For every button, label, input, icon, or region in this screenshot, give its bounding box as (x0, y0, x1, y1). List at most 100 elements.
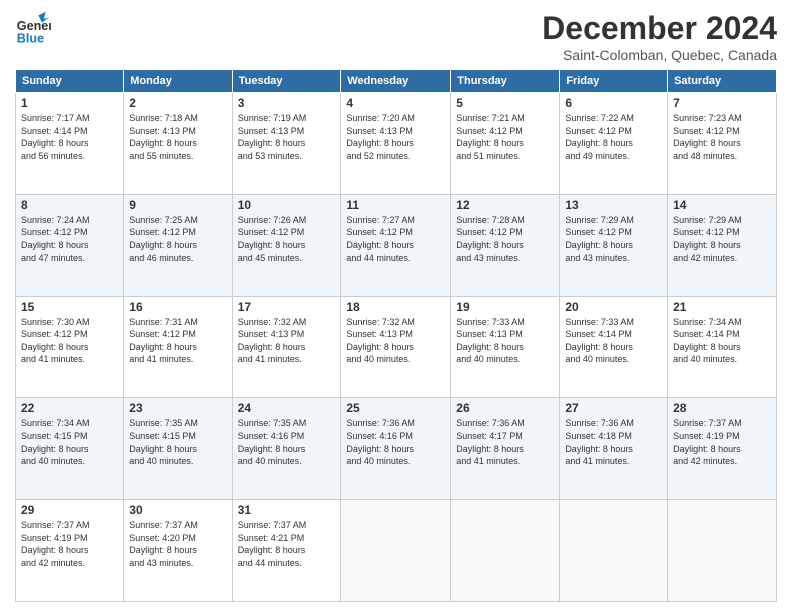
calendar-cell: 22Sunrise: 7:34 AMSunset: 4:15 PMDayligh… (16, 398, 124, 500)
day-info: Sunrise: 7:21 AMSunset: 4:12 PMDaylight:… (456, 112, 554, 162)
day-info: Sunrise: 7:17 AMSunset: 4:14 PMDaylight:… (21, 112, 118, 162)
day-info: Sunrise: 7:34 AMSunset: 4:15 PMDaylight:… (21, 417, 118, 467)
day-info: Sunrise: 7:37 AMSunset: 4:19 PMDaylight:… (673, 417, 771, 467)
calendar-cell: 25 Sunrise: 7:36 AMSunset: 4:16 PMDayligh… (341, 398, 451, 500)
day-info: Sunrise: 7:25 AMSunset: 4:12 PMDaylight:… (129, 214, 226, 264)
calendar-week-row: 22Sunrise: 7:34 AMSunset: 4:15 PMDayligh… (16, 398, 777, 500)
day-number: 27 (565, 401, 662, 415)
day-number: 6 (565, 96, 662, 110)
calendar-header-monday: Monday (124, 70, 232, 93)
day-number: 3 (238, 96, 336, 110)
day-number: 10 (238, 198, 336, 212)
calendar-cell: 2 Sunrise: 7:18 AMSunset: 4:13 PMDaylight… (124, 93, 232, 195)
calendar-header-tuesday: Tuesday (232, 70, 341, 93)
calendar-table: SundayMondayTuesdayWednesdayThursdayFrid… (15, 69, 777, 602)
calendar-cell: 9 Sunrise: 7:25 AMSunset: 4:12 PMDaylight… (124, 194, 232, 296)
day-number: 30 (129, 503, 226, 517)
calendar-cell: 24 Sunrise: 7:35 AMSunset: 4:16 PMDayligh… (232, 398, 341, 500)
day-number: 29 (21, 503, 118, 517)
day-number: 15 (21, 300, 118, 314)
calendar-cell: 28 Sunrise: 7:37 AMSunset: 4:19 PMDayligh… (668, 398, 777, 500)
title-area: December 2024 Saint-Colomban, Quebec, Ca… (542, 10, 777, 63)
calendar-week-row: 1 Sunrise: 7:17 AMSunset: 4:14 PMDaylight… (16, 93, 777, 195)
calendar-cell: 11 Sunrise: 7:27 AMSunset: 4:12 PMDayligh… (341, 194, 451, 296)
calendar-cell (451, 500, 560, 602)
calendar-cell: 6 Sunrise: 7:22 AMSunset: 4:12 PMDaylight… (560, 93, 668, 195)
day-info: Sunrise: 7:37 AMSunset: 4:19 PMDaylight:… (21, 519, 118, 569)
day-info: Sunrise: 7:36 AMSunset: 4:16 PMDaylight:… (346, 417, 445, 467)
day-info: Sunrise: 7:37 AMSunset: 4:21 PMDaylight:… (238, 519, 336, 569)
subtitle: Saint-Colomban, Quebec, Canada (542, 47, 777, 63)
day-info: Sunrise: 7:33 AMSunset: 4:13 PMDaylight:… (456, 316, 554, 366)
calendar-week-row: 15 Sunrise: 7:30 AMSunset: 4:12 PMDayligh… (16, 296, 777, 398)
day-number: 4 (346, 96, 445, 110)
page: General Blue December 2024 Saint-Colomba… (0, 0, 792, 612)
calendar-cell (560, 500, 668, 602)
calendar-cell: 13Sunrise: 7:29 AMSunset: 4:12 PMDayligh… (560, 194, 668, 296)
day-number: 26 (456, 401, 554, 415)
day-info: Sunrise: 7:24 AMSunset: 4:12 PMDaylight:… (21, 214, 118, 264)
calendar-cell: 29 Sunrise: 7:37 AMSunset: 4:19 PMDayligh… (16, 500, 124, 602)
day-number: 8 (21, 198, 118, 212)
calendar-cell: 26Sunrise: 7:36 AMSunset: 4:17 PMDayligh… (451, 398, 560, 500)
calendar-cell: 5Sunrise: 7:21 AMSunset: 4:12 PMDaylight… (451, 93, 560, 195)
main-title: December 2024 (542, 10, 777, 47)
day-info: Sunrise: 7:29 AMSunset: 4:12 PMDaylight:… (565, 214, 662, 264)
day-info: Sunrise: 7:18 AMSunset: 4:13 PMDaylight:… (129, 112, 226, 162)
day-info: Sunrise: 7:23 AMSunset: 4:12 PMDaylight:… (673, 112, 771, 162)
day-info: Sunrise: 7:34 AMSunset: 4:14 PMDaylight:… (673, 316, 771, 366)
calendar-header-thursday: Thursday (451, 70, 560, 93)
calendar-cell: 30 Sunrise: 7:37 AMSunset: 4:20 PMDayligh… (124, 500, 232, 602)
calendar-cell: 20 Sunrise: 7:33 AMSunset: 4:14 PMDayligh… (560, 296, 668, 398)
calendar-cell: 1 Sunrise: 7:17 AMSunset: 4:14 PMDaylight… (16, 93, 124, 195)
calendar-cell: 27 Sunrise: 7:36 AMSunset: 4:18 PMDayligh… (560, 398, 668, 500)
day-number: 12 (456, 198, 554, 212)
header: General Blue December 2024 Saint-Colomba… (15, 10, 777, 63)
calendar-cell: 8 Sunrise: 7:24 AMSunset: 4:12 PMDaylight… (16, 194, 124, 296)
calendar-header-row: SundayMondayTuesdayWednesdayThursdayFrid… (16, 70, 777, 93)
day-info: Sunrise: 7:33 AMSunset: 4:14 PMDaylight:… (565, 316, 662, 366)
day-info: Sunrise: 7:32 AMSunset: 4:13 PMDaylight:… (346, 316, 445, 366)
calendar-cell (341, 500, 451, 602)
day-info: Sunrise: 7:22 AMSunset: 4:12 PMDaylight:… (565, 112, 662, 162)
calendar-header-wednesday: Wednesday (341, 70, 451, 93)
calendar-cell: 3Sunrise: 7:19 AMSunset: 4:13 PMDaylight… (232, 93, 341, 195)
calendar-header-friday: Friday (560, 70, 668, 93)
day-number: 1 (21, 96, 118, 110)
day-number: 28 (673, 401, 771, 415)
day-info: Sunrise: 7:26 AMSunset: 4:12 PMDaylight:… (238, 214, 336, 264)
calendar-cell: 23Sunrise: 7:35 AMSunset: 4:15 PMDayligh… (124, 398, 232, 500)
day-number: 2 (129, 96, 226, 110)
calendar-cell: 19Sunrise: 7:33 AMSunset: 4:13 PMDayligh… (451, 296, 560, 398)
day-number: 31 (238, 503, 336, 517)
calendar-cell: 15 Sunrise: 7:30 AMSunset: 4:12 PMDayligh… (16, 296, 124, 398)
day-number: 11 (346, 198, 445, 212)
day-info: Sunrise: 7:30 AMSunset: 4:12 PMDaylight:… (21, 316, 118, 366)
calendar-cell (668, 500, 777, 602)
calendar-week-row: 29 Sunrise: 7:37 AMSunset: 4:19 PMDayligh… (16, 500, 777, 602)
logo-icon: General Blue (15, 10, 51, 46)
calendar-cell: 4Sunrise: 7:20 AMSunset: 4:13 PMDaylight… (341, 93, 451, 195)
calendar-header-sunday: Sunday (16, 70, 124, 93)
day-number: 24 (238, 401, 336, 415)
day-info: Sunrise: 7:37 AMSunset: 4:20 PMDaylight:… (129, 519, 226, 569)
day-info: Sunrise: 7:35 AMSunset: 4:16 PMDaylight:… (238, 417, 336, 467)
logo: General Blue (15, 10, 51, 46)
day-number: 16 (129, 300, 226, 314)
day-number: 21 (673, 300, 771, 314)
day-info: Sunrise: 7:29 AMSunset: 4:12 PMDaylight:… (673, 214, 771, 264)
day-info: Sunrise: 7:32 AMSunset: 4:13 PMDaylight:… (238, 316, 336, 366)
calendar-cell: 12Sunrise: 7:28 AMSunset: 4:12 PMDayligh… (451, 194, 560, 296)
calendar-cell: 31 Sunrise: 7:37 AMSunset: 4:21 PMDayligh… (232, 500, 341, 602)
day-number: 14 (673, 198, 771, 212)
day-number: 20 (565, 300, 662, 314)
calendar-header-saturday: Saturday (668, 70, 777, 93)
day-info: Sunrise: 7:36 AMSunset: 4:18 PMDaylight:… (565, 417, 662, 467)
calendar-cell: 17Sunrise: 7:32 AMSunset: 4:13 PMDayligh… (232, 296, 341, 398)
calendar-cell: 14 Sunrise: 7:29 AMSunset: 4:12 PMDayligh… (668, 194, 777, 296)
svg-text:Blue: Blue (17, 31, 44, 45)
day-number: 9 (129, 198, 226, 212)
day-info: Sunrise: 7:27 AMSunset: 4:12 PMDaylight:… (346, 214, 445, 264)
day-number: 25 (346, 401, 445, 415)
day-number: 18 (346, 300, 445, 314)
